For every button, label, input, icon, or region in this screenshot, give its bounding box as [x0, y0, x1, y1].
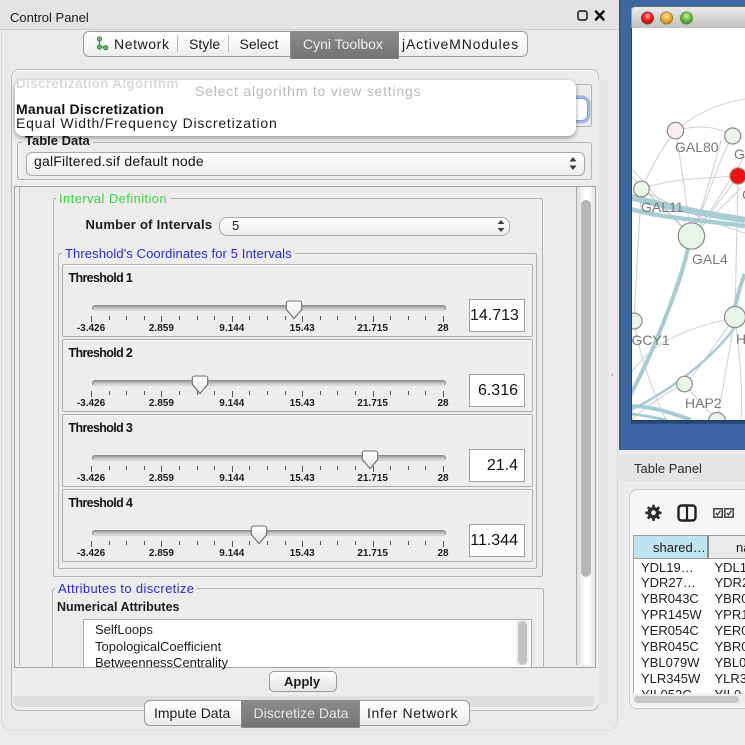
svg-text:H: H	[736, 331, 745, 347]
svg-text:GCY1: GCY1	[632, 332, 670, 348]
svg-text:GAL4: GAL4	[692, 251, 728, 267]
svg-text:HAP2: HAP2	[685, 395, 722, 411]
svg-text:GAL80: GAL80	[675, 139, 719, 155]
svg-text:GA: GA	[734, 146, 745, 162]
svg-text:GAL11: GAL11	[641, 199, 684, 215]
